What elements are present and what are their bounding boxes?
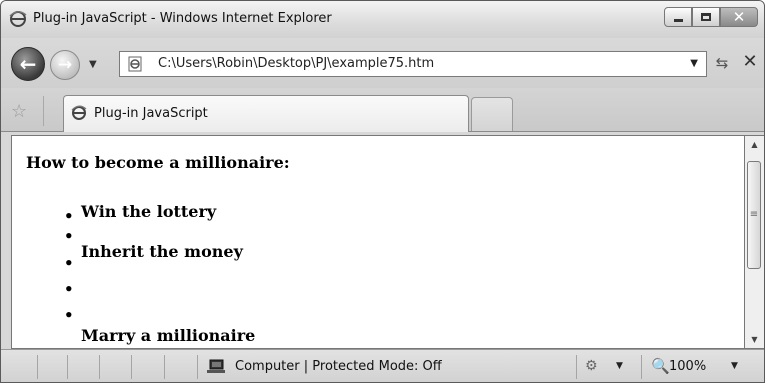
scroll-down-icon[interactable]: ▼	[745, 331, 764, 348]
status-divider	[576, 355, 577, 379]
protected-mode-icon[interactable]: ⚙	[585, 358, 598, 374]
status-divider	[197, 355, 198, 379]
tab-label: Plug-in JavaScript	[94, 106, 208, 121]
browser-window: Plug-in JavaScript - Windows Internet Ex…	[0, 0, 765, 383]
status-bar: Computer | Protected Mode: Off ⚙ ▼ 🔍 100…	[1, 349, 764, 382]
scroll-up-icon[interactable]: ▲	[745, 136, 764, 153]
list-item: Win the lottery	[81, 202, 217, 221]
refresh-icon[interactable]: ⇆	[712, 53, 732, 73]
close-icon: ✕	[732, 8, 746, 26]
ie-tab-icon	[71, 105, 87, 120]
scroll-thumb[interactable]: ≡	[747, 161, 761, 269]
forward-arrow-icon: →	[57, 55, 73, 75]
status-divider	[641, 355, 642, 379]
zoom-dropdown-icon[interactable]: ▼	[731, 361, 738, 371]
protected-mode-dropdown-icon[interactable]: ▼	[616, 361, 623, 371]
tab-bar: ☆ Plug-in JavaScript	[1, 88, 764, 132]
minimize-button[interactable]	[664, 7, 692, 27]
zoom-level[interactable]: 100%	[669, 359, 706, 374]
status-divider	[37, 355, 38, 379]
maximize-button[interactable]	[692, 7, 720, 27]
list-item: Inherit the money	[81, 242, 243, 261]
address-input[interactable]: C:\Users\Robin\Desktop\PJ\example75.htm	[158, 56, 434, 71]
list-bullet: •	[64, 227, 74, 245]
maximize-icon	[701, 13, 711, 21]
close-window-button[interactable]: ✕	[720, 7, 758, 27]
page-content: How to become a millionaire: • Win the l…	[11, 135, 745, 349]
title-bar: Plug-in JavaScript - Windows Internet Ex…	[1, 1, 764, 38]
tab-plug-in-javascript[interactable]: Plug-in JavaScript	[63, 95, 469, 132]
status-divider	[131, 355, 132, 379]
list-bullet: •	[64, 280, 74, 298]
grip-icon: ≡	[749, 209, 759, 220]
stop-icon[interactable]: ✕	[741, 52, 759, 72]
caption-buttons: ✕	[664, 7, 758, 29]
recent-pages-dropdown[interactable]: ▼	[89, 59, 97, 70]
list-item: Marry a millionaire	[81, 326, 256, 345]
status-divider	[99, 355, 100, 379]
vertical-scrollbar[interactable]: ▲ ≡ ▼	[745, 135, 764, 349]
back-arrow-icon: ←	[19, 52, 37, 76]
navigation-bar: ← → ▼ C:\Users\Robin\Desktop\PJ\example7…	[1, 38, 764, 88]
address-bar[interactable]: C:\Users\Robin\Desktop\PJ\example75.htm …	[119, 51, 707, 77]
zoom-icon[interactable]: 🔍	[651, 357, 670, 375]
forward-button[interactable]: →	[50, 50, 80, 80]
ie-icon	[9, 11, 27, 27]
list-bullet: •	[64, 306, 74, 324]
list-bullet: •	[64, 207, 74, 225]
window-title: Plug-in JavaScript - Windows Internet Ex…	[33, 11, 332, 26]
toolbar-separator	[43, 96, 44, 126]
list-bullet: •	[64, 254, 74, 272]
page-icon	[128, 56, 142, 72]
page-heading: How to become a millionaire:	[26, 153, 290, 172]
minimize-icon	[674, 19, 683, 22]
address-dropdown-icon[interactable]: ▼	[690, 58, 698, 69]
back-button[interactable]: ←	[11, 47, 45, 81]
favorites-star-icon[interactable]: ☆	[11, 101, 27, 122]
status-divider	[164, 355, 165, 379]
status-divider	[67, 355, 68, 379]
new-tab-button[interactable]	[471, 97, 513, 131]
security-zone-text: Computer | Protected Mode: Off	[235, 359, 442, 374]
computer-icon	[207, 359, 225, 373]
